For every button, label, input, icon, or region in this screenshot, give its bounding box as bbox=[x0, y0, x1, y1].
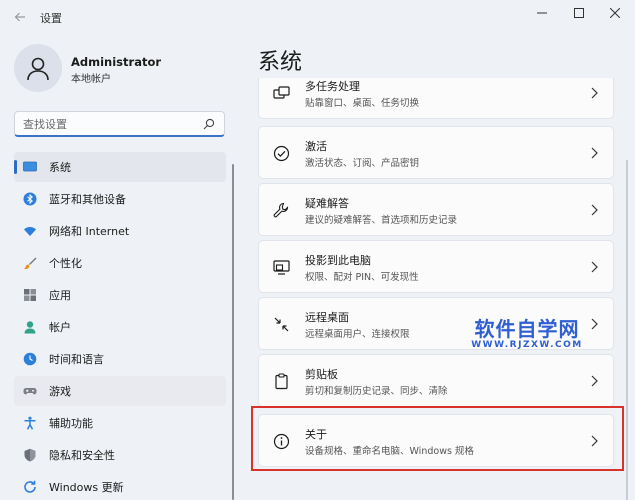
user-name: Administrator bbox=[71, 55, 162, 69]
sidebar-item-label: 蓝牙和其他设备 bbox=[49, 193, 126, 206]
sidebar-item-label: 游戏 bbox=[49, 385, 71, 398]
monitor-icon bbox=[22, 159, 38, 175]
search-box[interactable] bbox=[14, 111, 225, 137]
gamepad-icon bbox=[22, 383, 38, 399]
chevron-right-icon bbox=[591, 261, 598, 273]
brush-icon bbox=[22, 255, 38, 271]
sidebar-item-time-language[interactable]: 时间和语言 bbox=[14, 344, 226, 374]
card-title: 激活 bbox=[305, 140, 327, 153]
chevron-right-icon bbox=[591, 87, 598, 99]
clipboard-icon bbox=[271, 371, 291, 391]
sidebar-item-apps[interactable]: 应用 bbox=[14, 280, 226, 310]
title-bar: 设置 bbox=[0, 0, 635, 34]
chevron-right-icon bbox=[591, 147, 598, 159]
multitask-icon bbox=[271, 83, 291, 103]
card-project-to-pc[interactable]: 投影到此电脑 权限、配对 PIN、可发现性 bbox=[258, 240, 614, 293]
account-type: 本地帐户 bbox=[71, 74, 111, 85]
person-icon bbox=[27, 57, 49, 81]
sidebar-item-personalization[interactable]: 个性化 bbox=[14, 248, 226, 278]
wrench-icon bbox=[271, 200, 291, 220]
card-title: 疑难解答 bbox=[305, 197, 349, 210]
card-title: 剪贴板 bbox=[305, 368, 338, 381]
bluetooth-icon bbox=[22, 191, 38, 207]
search-icon[interactable] bbox=[203, 118, 215, 130]
sidebar-item-label: 网络和 Internet bbox=[49, 225, 130, 238]
card-multitasking[interactable]: 多任务处理 贴靠窗口、桌面、任务切换 bbox=[258, 78, 614, 119]
sidebar-item-label: 时间和语言 bbox=[49, 353, 104, 366]
highlight-box bbox=[251, 406, 624, 471]
content-scrollbar[interactable] bbox=[626, 160, 628, 500]
window-title: 设置 bbox=[40, 12, 62, 25]
chevron-right-icon bbox=[591, 204, 598, 216]
card-title: 多任务处理 bbox=[305, 80, 360, 93]
watermark: 软件自学网 WWW.RJZXW.COM bbox=[452, 318, 602, 350]
card-clipboard[interactable]: 剪贴板 剪切和复制历史记录、同步、清除 bbox=[258, 354, 614, 407]
selection-indicator bbox=[14, 160, 17, 174]
sidebar-item-label: 个性化 bbox=[49, 257, 82, 270]
card-description: 权限、配对 PIN、可发现性 bbox=[305, 272, 419, 283]
card-troubleshoot[interactable]: 疑难解答 建议的疑难解答、首选项和历史记录 bbox=[258, 183, 614, 236]
sidebar-item-gaming[interactable]: 游戏 bbox=[14, 376, 226, 406]
accessibility-icon bbox=[22, 415, 38, 431]
sidebar-item-bluetooth[interactable]: 蓝牙和其他设备 bbox=[14, 184, 226, 214]
sidebar-item-label: 应用 bbox=[49, 289, 71, 302]
card-description: 远程桌面用户、连接权限 bbox=[305, 329, 410, 340]
sidebar-item-label: 隐私和安全性 bbox=[49, 449, 115, 462]
sidebar-item-system[interactable]: 系统 bbox=[14, 152, 226, 182]
project-icon bbox=[271, 257, 291, 277]
card-description: 建议的疑难解答、首选项和历史记录 bbox=[305, 215, 458, 226]
person-icon bbox=[22, 319, 38, 335]
card-description: 贴靠窗口、桌面、任务切换 bbox=[305, 98, 420, 109]
apps-icon bbox=[22, 287, 38, 303]
chevron-right-icon bbox=[591, 375, 598, 387]
close-button[interactable] bbox=[593, 2, 635, 24]
sidebar-item-label: Windows 更新 bbox=[49, 481, 124, 494]
sidebar-item-label: 帐户 bbox=[49, 321, 71, 334]
sidebar-scrollbar[interactable] bbox=[232, 164, 234, 500]
wifi-icon bbox=[22, 223, 38, 239]
sidebar-nav: 系统 蓝牙和其他设备 网络和 Internet 个性化 应用 帐户 时间和语言 … bbox=[14, 152, 226, 500]
globe-clock-icon bbox=[22, 351, 38, 367]
sidebar-item-accounts[interactable]: 帐户 bbox=[14, 312, 226, 342]
sidebar-item-label: 辅助功能 bbox=[49, 417, 93, 430]
update-icon bbox=[22, 479, 38, 495]
sidebar-item-label: 系统 bbox=[49, 161, 71, 174]
check-circle-icon bbox=[271, 143, 291, 163]
sidebar-item-privacy[interactable]: 隐私和安全性 bbox=[14, 440, 226, 470]
sidebar-item-windows-update[interactable]: Windows 更新 bbox=[14, 472, 226, 500]
card-description: 剪切和复制历史记录、同步、清除 bbox=[305, 386, 448, 397]
remote-icon bbox=[271, 314, 291, 334]
sidebar-item-network[interactable]: 网络和 Internet bbox=[14, 216, 226, 246]
watermark-main: 软件自学网 bbox=[474, 317, 580, 341]
card-title: 投影到此电脑 bbox=[305, 254, 371, 267]
watermark-sub: WWW.RJZXW.COM bbox=[471, 340, 583, 350]
card-activation[interactable]: 激活 激活状态、订阅、产品密钥 bbox=[258, 126, 614, 179]
search-input[interactable] bbox=[23, 116, 203, 132]
sidebar-item-accessibility[interactable]: 辅助功能 bbox=[14, 408, 226, 438]
card-description: 激活状态、订阅、产品密钥 bbox=[305, 158, 420, 169]
avatar[interactable] bbox=[14, 44, 62, 92]
shield-icon bbox=[22, 447, 38, 463]
card-title: 远程桌面 bbox=[305, 311, 349, 324]
page-title: 系统 bbox=[258, 50, 303, 75]
back-arrow-icon[interactable] bbox=[8, 6, 32, 28]
